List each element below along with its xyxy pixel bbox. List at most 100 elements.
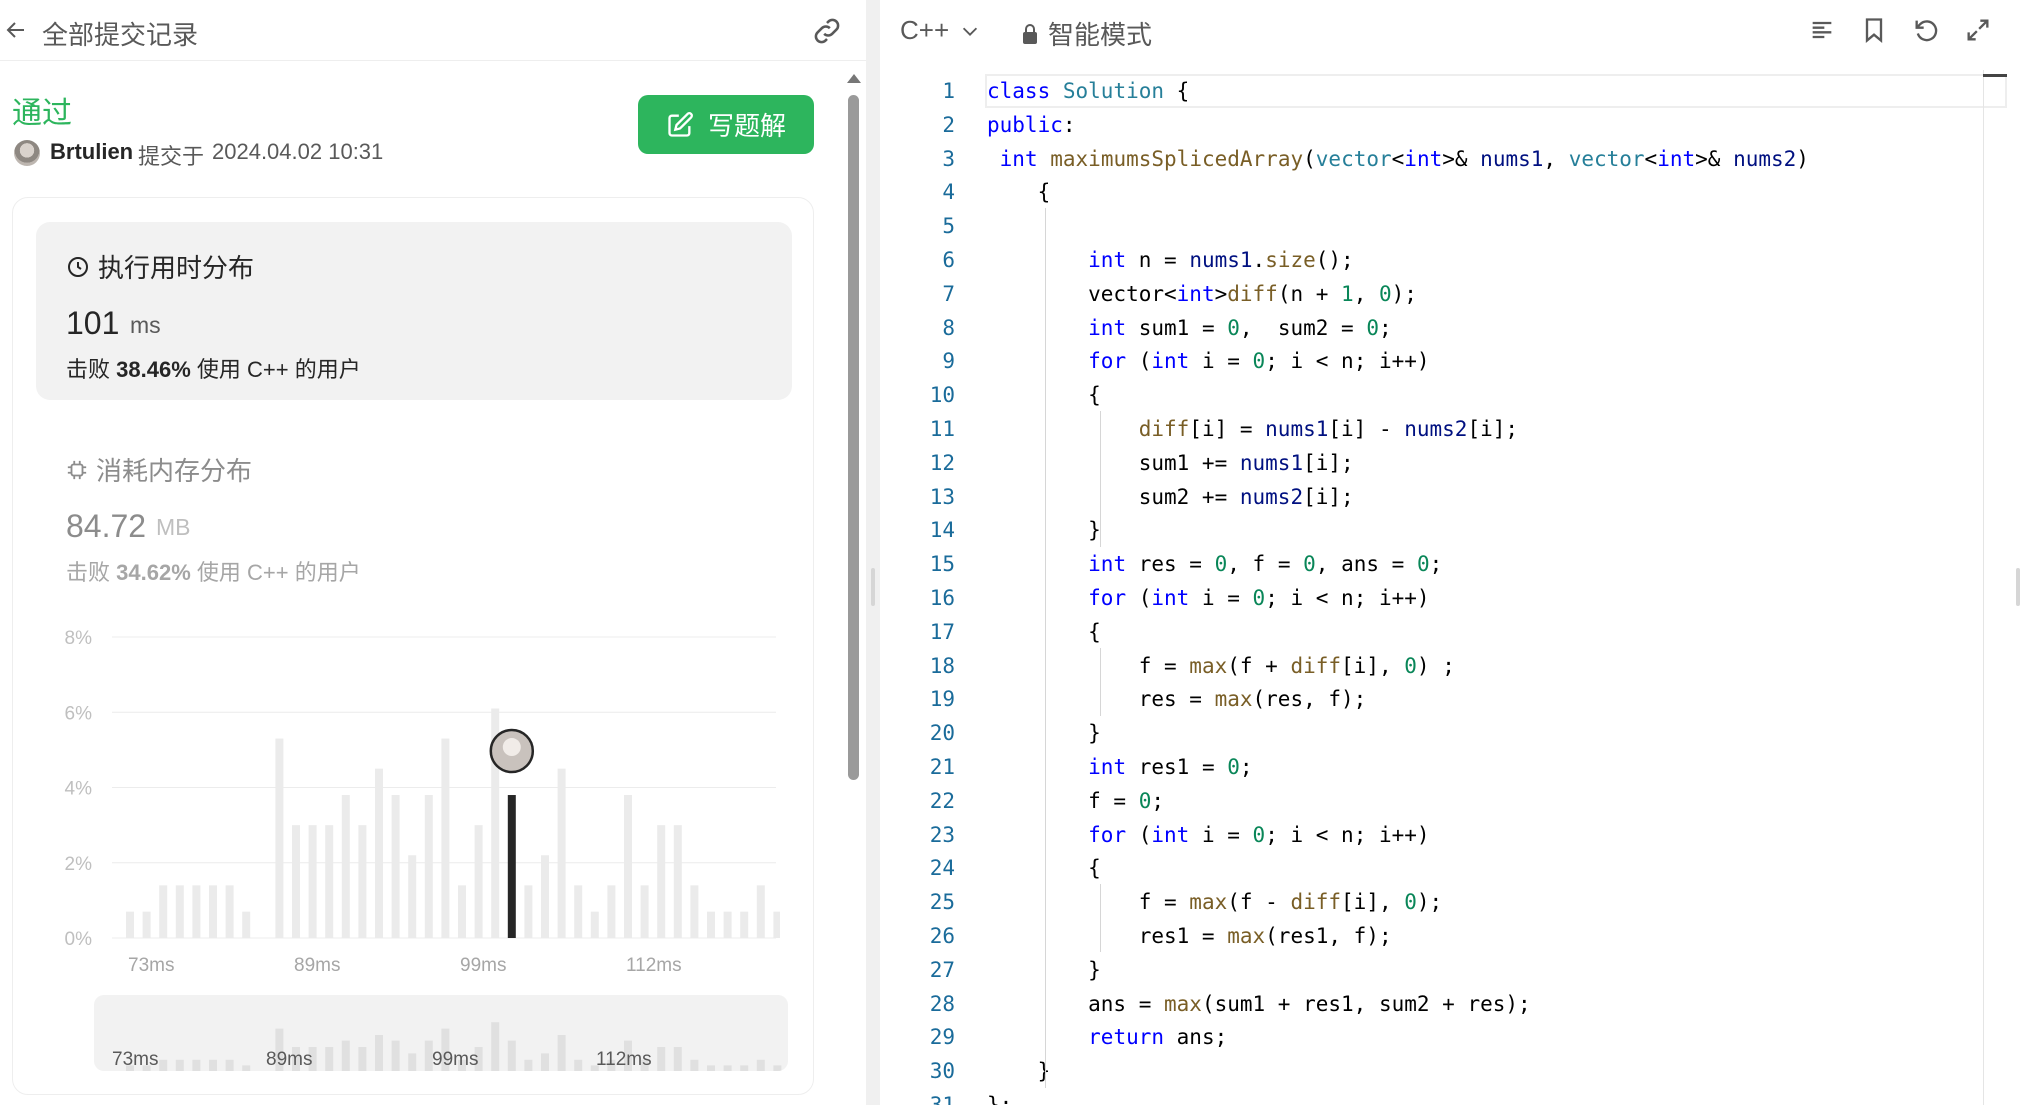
- code-line[interactable]: 2 public:: [880, 108, 2000, 142]
- reset-icon[interactable]: [1912, 16, 1940, 44]
- code-line[interactable]: 30 }: [880, 1054, 2000, 1088]
- submission-status: 通过: [12, 97, 72, 130]
- line-number: 26: [929, 924, 955, 948]
- code-token: ) ;: [1416, 653, 1455, 678]
- arrow-left-icon[interactable]: [4, 18, 28, 42]
- chart-bar: [408, 855, 417, 938]
- code-line[interactable]: 18 f = max(f + diff[i], 0) ;: [880, 649, 2000, 683]
- language-select[interactable]: C++: [900, 15, 981, 46]
- code-line[interactable]: 12 sum1 += nums1[i];: [880, 446, 2000, 480]
- code-line[interactable]: 28 ans = max(sum1 + res1, sum2 + res);: [880, 987, 2000, 1021]
- code-line[interactable]: 29 return ans;: [880, 1020, 2000, 1054]
- memory-title[interactable]: 消耗内存分布: [66, 451, 252, 488]
- expand-icon[interactable]: [1964, 16, 1992, 44]
- runtime-beat-suffix: 使用 C++ 的用户: [196, 357, 361, 382]
- line-number: 18: [929, 653, 955, 678]
- memory-beat: 击败 34.62% 使用 C++ 的用户: [66, 555, 361, 587]
- code-token: [i],: [1341, 653, 1405, 678]
- code-line[interactable]: 11 diff[i] = nums1[i] - nums2[i];: [880, 412, 2000, 446]
- memory-beat-prefix: 击败: [66, 560, 111, 585]
- code-line[interactable]: 6 int n = nums1.size();: [880, 243, 2000, 277]
- mini-bar: [341, 1040, 350, 1071]
- mini-bar: [690, 1059, 699, 1071]
- code-line[interactable]: 21 int res1 = 0;: [880, 750, 2000, 784]
- line-number: 28: [929, 991, 955, 1016]
- code-token: size: [1265, 248, 1316, 272]
- runtime-title-label: 执行用时分布: [98, 253, 255, 283]
- line-number: 16: [929, 586, 955, 610]
- mini-bar: [375, 1035, 383, 1071]
- scroll-up-arrow[interactable]: [847, 74, 861, 83]
- code-line[interactable]: 8 int sum1 = 0, sum2 = 0;: [880, 311, 2000, 345]
- mini-bar: [524, 1059, 533, 1071]
- format-icon[interactable]: [1808, 16, 1836, 44]
- code-text: sum1 += nums1[i];: [987, 446, 1354, 480]
- chart-bar: [175, 885, 184, 938]
- code-text: };: [987, 1088, 1012, 1105]
- mini-bar: [707, 1065, 715, 1071]
- code-line[interactable]: 27 }: [880, 953, 2000, 987]
- code-line[interactable]: 25 f = max(f - diff[i], 0);: [880, 885, 2000, 919]
- code-line[interactable]: 5: [880, 209, 2000, 243]
- right-resize-handle[interactable]: [2016, 568, 2020, 606]
- mini-bar: [673, 1047, 682, 1071]
- indent-guide: [1045, 208, 1046, 1088]
- mini-bar: [740, 1065, 749, 1071]
- line-number: 12: [929, 450, 955, 475]
- code-token: f =: [987, 653, 1190, 678]
- runtime-distribution-chart[interactable]: 8% 6% 4% 2% 0% 73ms 89ms 99ms 112ms: [40, 615, 780, 975]
- chart-bar: [126, 911, 134, 938]
- editor-scroll-marker[interactable]: [1983, 74, 2007, 77]
- code-token: 0: [1252, 822, 1266, 847]
- left-scrollbar-thumb[interactable]: [848, 95, 859, 780]
- page-title: 全部提交记录: [42, 20, 199, 50]
- code-line[interactable]: 15 int res = 0, f = 0, ans = 0;: [880, 547, 2000, 581]
- runtime-range-slider[interactable]: 73ms 89ms 99ms 112ms: [94, 995, 788, 1071]
- current-line-highlight: [985, 74, 2007, 108]
- code-line[interactable]: 26 res1 = max(res1, f);: [880, 919, 2000, 953]
- code-line[interactable]: 24 {: [880, 851, 2000, 885]
- code-token: sum2 +=: [987, 484, 1240, 509]
- code-line[interactable]: 7 vector<int>diff(n + 1, 0);: [880, 277, 2000, 311]
- code-text: int n = nums1.size();: [987, 243, 1354, 277]
- line-number: 5: [942, 214, 955, 239]
- code-line[interactable]: 31};: [880, 1088, 2000, 1105]
- line-number: 4: [942, 180, 955, 205]
- bookmark-icon[interactable]: [1860, 16, 1888, 44]
- code-line[interactable]: 4 {: [880, 175, 2000, 209]
- code-line[interactable]: 20 }: [880, 716, 2000, 750]
- code-line[interactable]: 3 int maximumsSplicedArray(vector<int>& …: [880, 142, 2000, 176]
- avatar[interactable]: [14, 140, 40, 166]
- link-icon[interactable]: [810, 14, 844, 48]
- code-line[interactable]: 19 res = max(res, f);: [880, 682, 2000, 716]
- author-name[interactable]: Brtulien: [50, 139, 133, 165]
- write-solution-button[interactable]: 写题解: [638, 95, 814, 154]
- code-line[interactable]: 14 }: [880, 513, 2000, 547]
- code-line[interactable]: 22 f = 0;: [880, 784, 2000, 818]
- code-line[interactable]: 13 sum2 += nums2[i];: [880, 480, 2000, 514]
- code-editor[interactable]: 1 class Solution {2 public: 3 int maximumsS…: [880, 70, 2000, 1105]
- code-token: int: [1151, 349, 1190, 374]
- code-token: int: [1151, 822, 1190, 847]
- line-number: 22: [929, 788, 955, 813]
- code-token: }: [987, 957, 1101, 982]
- chart-bar: [225, 885, 234, 938]
- code-text: res = max(res, f);: [987, 682, 1367, 716]
- mini-bar: [541, 1053, 549, 1071]
- code-line[interactable]: 16 for (int i = 0; i < n; i++): [880, 581, 2000, 615]
- code-token: sum1 +=: [987, 450, 1240, 475]
- code-line[interactable]: 23 for (int i = 0; i < n; i++): [880, 818, 2000, 852]
- code-line[interactable]: 10 {: [880, 378, 2000, 412]
- panel-resize-handle[interactable]: [871, 568, 875, 606]
- editor-mode[interactable]: 智能模式: [1020, 15, 1152, 52]
- code-line[interactable]: 17 {: [880, 615, 2000, 649]
- clock-icon: [68, 256, 88, 277]
- code-token: }: [987, 1059, 1051, 1084]
- code-token: 0: [1379, 281, 1392, 306]
- code-token: .: [1252, 248, 1266, 272]
- code-line[interactable]: 9 for (int i = 0; i < n; i++): [880, 344, 2000, 378]
- y-tick-label: 6%: [65, 703, 93, 724]
